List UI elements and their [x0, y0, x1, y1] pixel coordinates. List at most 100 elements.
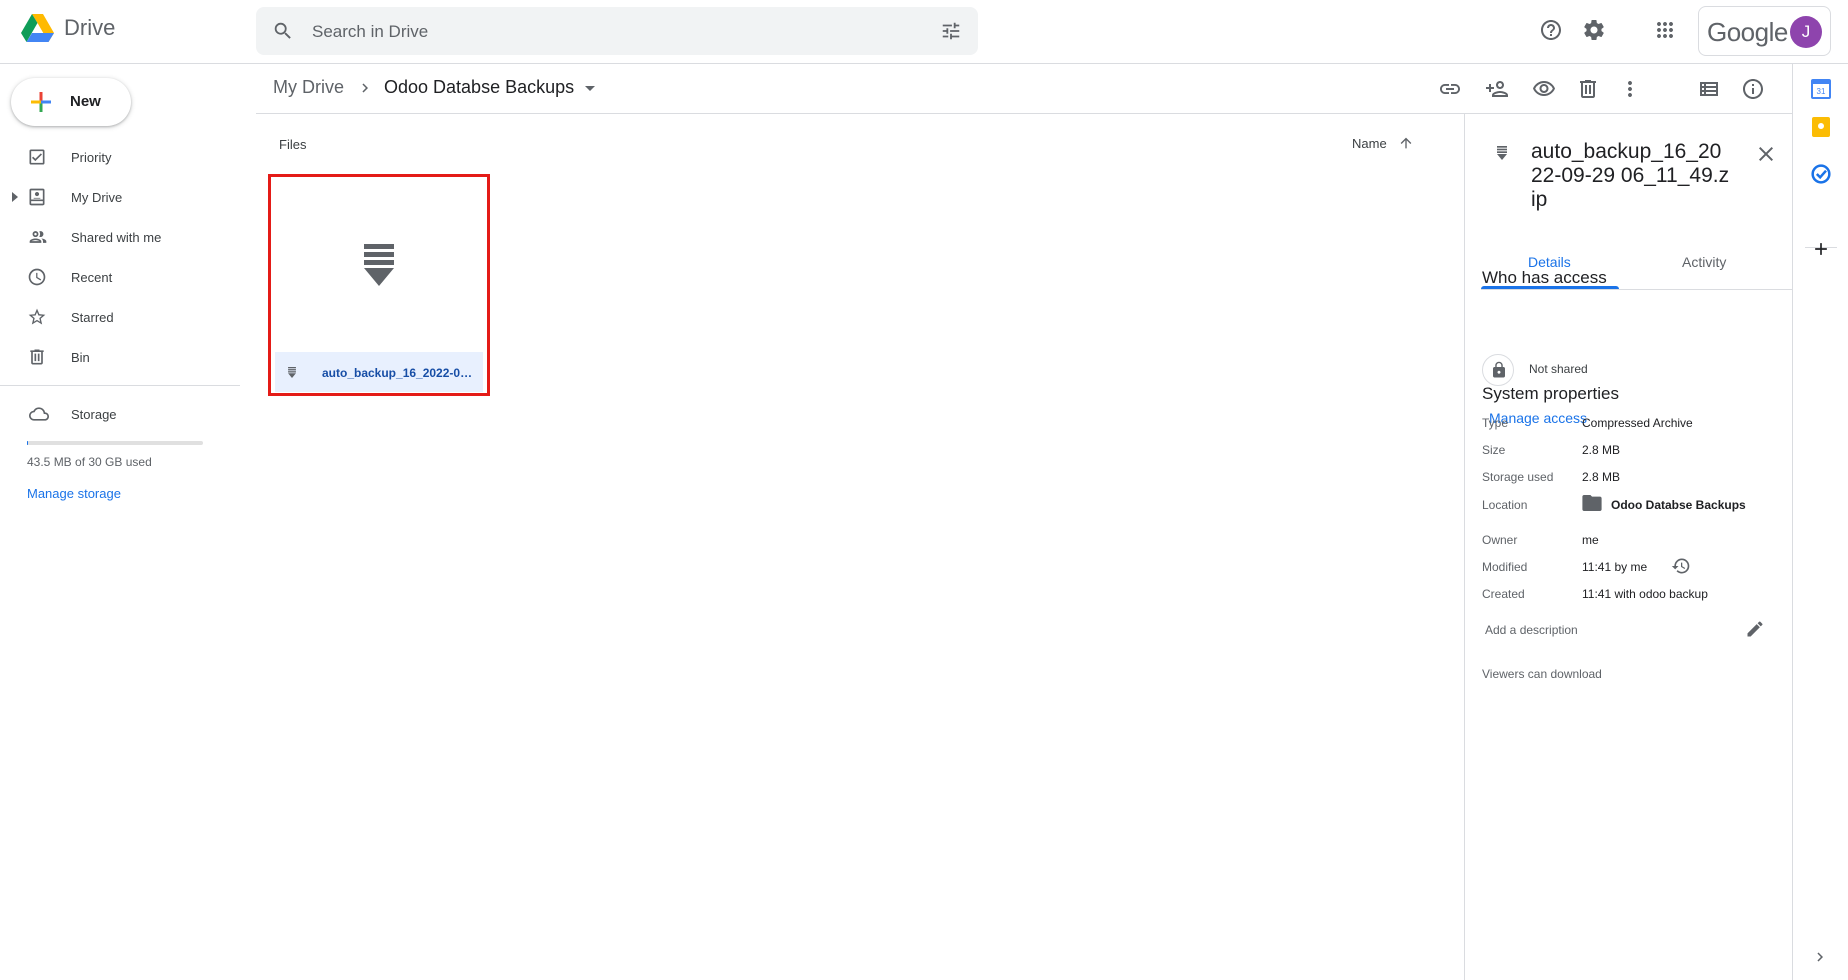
add-person-icon[interactable]	[1485, 77, 1509, 101]
search-input[interactable]: Search in Drive	[312, 22, 428, 42]
sidebar-item-bin[interactable]: Bin	[0, 341, 240, 373]
arrow-up-icon[interactable]	[1398, 135, 1414, 151]
viewers-can-download-text: Viewers can download	[1482, 667, 1602, 681]
sharing-status: Not shared	[1529, 362, 1588, 376]
breadcrumb-current-folder[interactable]: Odoo Databse Backups	[384, 77, 574, 98]
cloud-icon	[29, 407, 49, 421]
keep-icon[interactable]	[1811, 117, 1831, 137]
search-bar[interactable]: Search in Drive	[256, 7, 978, 55]
drive-logo[interactable]: Drive	[21, 14, 115, 42]
info-icon[interactable]	[1741, 77, 1765, 101]
google-account-button[interactable]: Google J	[1698, 6, 1831, 56]
version-history-icon[interactable]	[1671, 556, 1691, 576]
sidebar-item-label: Bin	[71, 350, 90, 365]
main-toolbar: My Drive Odoo Databse Backups	[256, 64, 1792, 114]
sidebar-item-recent[interactable]: Recent	[0, 261, 240, 293]
lock-icon	[1493, 361, 1505, 378]
app-name: Drive	[64, 15, 116, 40]
manage-storage-link[interactable]: Manage storage	[27, 486, 121, 501]
search-options-icon[interactable]	[940, 20, 962, 42]
chevron-right-icon	[362, 83, 368, 93]
svg-text:31: 31	[1817, 87, 1826, 96]
list-view-icon[interactable]	[1697, 77, 1721, 101]
sidebar-item-priority[interactable]: Priority	[0, 141, 240, 173]
add-addon-plus-icon[interactable]	[1811, 239, 1831, 259]
app-header: Drive Search in Drive Google J	[0, 0, 1848, 64]
sidebar-item-my-drive[interactable]: My Drive	[0, 181, 240, 213]
file-name-bar[interactable]: auto_backup_16_2022-0…	[275, 352, 483, 392]
more-vert-icon[interactable]	[1618, 77, 1642, 101]
prop-modified-value: 11:41 by me	[1582, 560, 1648, 574]
folder-icon	[1582, 495, 1602, 511]
preview-eye-icon[interactable]	[1532, 77, 1556, 101]
calendar-icon[interactable]: 31	[1811, 79, 1831, 99]
settings-icon[interactable]	[1582, 18, 1606, 42]
prop-location-label: Location	[1482, 498, 1528, 512]
lock-badge	[1482, 354, 1514, 386]
shared-icon	[29, 231, 47, 243]
details-panel: auto_backup_16_2022-09-29 06_11_49.zip D…	[1464, 114, 1793, 980]
files-section-label: Files	[279, 137, 307, 152]
avatar[interactable]: J	[1790, 16, 1822, 48]
prop-location-value[interactable]: Odoo Databse Backups	[1611, 498, 1746, 512]
sidebar-item-label: Starred	[71, 310, 114, 325]
prop-storage-value: 2.8 MB	[1582, 470, 1621, 484]
sidebar-item-label: My Drive	[71, 190, 123, 205]
star-icon	[28, 308, 46, 325]
chevron-right-icon[interactable]	[1811, 948, 1829, 966]
link-icon[interactable]	[1438, 77, 1462, 101]
sidebar-item-shared[interactable]: Shared with me	[0, 221, 240, 253]
breadcrumb-my-drive[interactable]: My Drive	[273, 77, 344, 98]
prop-owner-value: me	[1582, 533, 1599, 547]
prop-owner-label: Owner	[1482, 533, 1518, 547]
search-icon[interactable]	[272, 20, 294, 42]
google-wordmark: Google	[1707, 17, 1788, 47]
new-button[interactable]: New	[11, 78, 131, 126]
sidebar-divider	[0, 385, 240, 386]
file-thumbnail[interactable]	[275, 181, 483, 352]
storage-progress-bar	[27, 441, 203, 445]
prop-size-value: 2.8 MB	[1582, 443, 1621, 457]
prop-modified-label: Modified	[1482, 560, 1528, 574]
sort-by-name-button[interactable]: Name	[1352, 136, 1387, 151]
prop-created-value: 11:41 with odoo backup	[1582, 587, 1708, 601]
tabs-divider	[1481, 289, 1793, 290]
sidebar-item-label: Priority	[71, 150, 112, 165]
sidebar-item-label: Recent	[71, 270, 113, 285]
help-icon[interactable]	[1539, 18, 1563, 42]
sidebar-item-label: Shared with me	[71, 230, 162, 245]
storage-used-text: 43.5 MB of 30 GB used	[27, 455, 152, 469]
drive-logo-icon	[21, 14, 54, 42]
add-description-field[interactable]: Add a description	[1485, 623, 1578, 637]
clock-icon	[28, 268, 46, 286]
close-icon[interactable]	[1754, 142, 1778, 166]
folder-menu-caret-icon[interactable]	[585, 86, 595, 91]
trash-icon[interactable]	[1576, 77, 1600, 101]
system-properties-heading: System properties	[1482, 384, 1619, 403]
my-drive-icon	[29, 188, 45, 206]
zip-file-icon	[364, 244, 394, 286]
prop-storage-label: Storage used	[1482, 470, 1554, 484]
file-card[interactable]: auto_backup_16_2022-0…	[268, 174, 490, 396]
apps-grid-icon[interactable]	[1653, 18, 1677, 42]
tab-activity[interactable]: Activity	[1682, 254, 1726, 270]
side-panel-rail: 31	[1792, 64, 1848, 980]
who-has-access-heading: Who has access	[1482, 268, 1607, 287]
details-file-title: auto_backup_16_2022-09-29 06_11_49.zip	[1531, 140, 1730, 211]
storage-label: Storage	[71, 407, 117, 422]
priority-icon	[29, 149, 45, 165]
sidebar-item-starred[interactable]: Starred	[0, 301, 240, 333]
prop-type-label: Type	[1482, 416, 1509, 430]
file-name: auto_backup_16_2022-0…	[322, 366, 473, 380]
zip-file-icon	[1497, 146, 1507, 160]
sidebar-item-storage[interactable]: Storage	[0, 398, 240, 430]
zip-file-icon	[288, 367, 296, 378]
plus-icon	[31, 92, 51, 112]
prop-size-label: Size	[1482, 443, 1506, 457]
trash-icon	[30, 349, 44, 365]
prop-created-label: Created	[1482, 587, 1525, 601]
edit-pencil-icon[interactable]	[1745, 619, 1765, 639]
expand-arrow-icon[interactable]	[12, 192, 18, 202]
tasks-icon[interactable]	[1811, 164, 1831, 184]
prop-type-value: Compressed Archive	[1582, 416, 1693, 430]
